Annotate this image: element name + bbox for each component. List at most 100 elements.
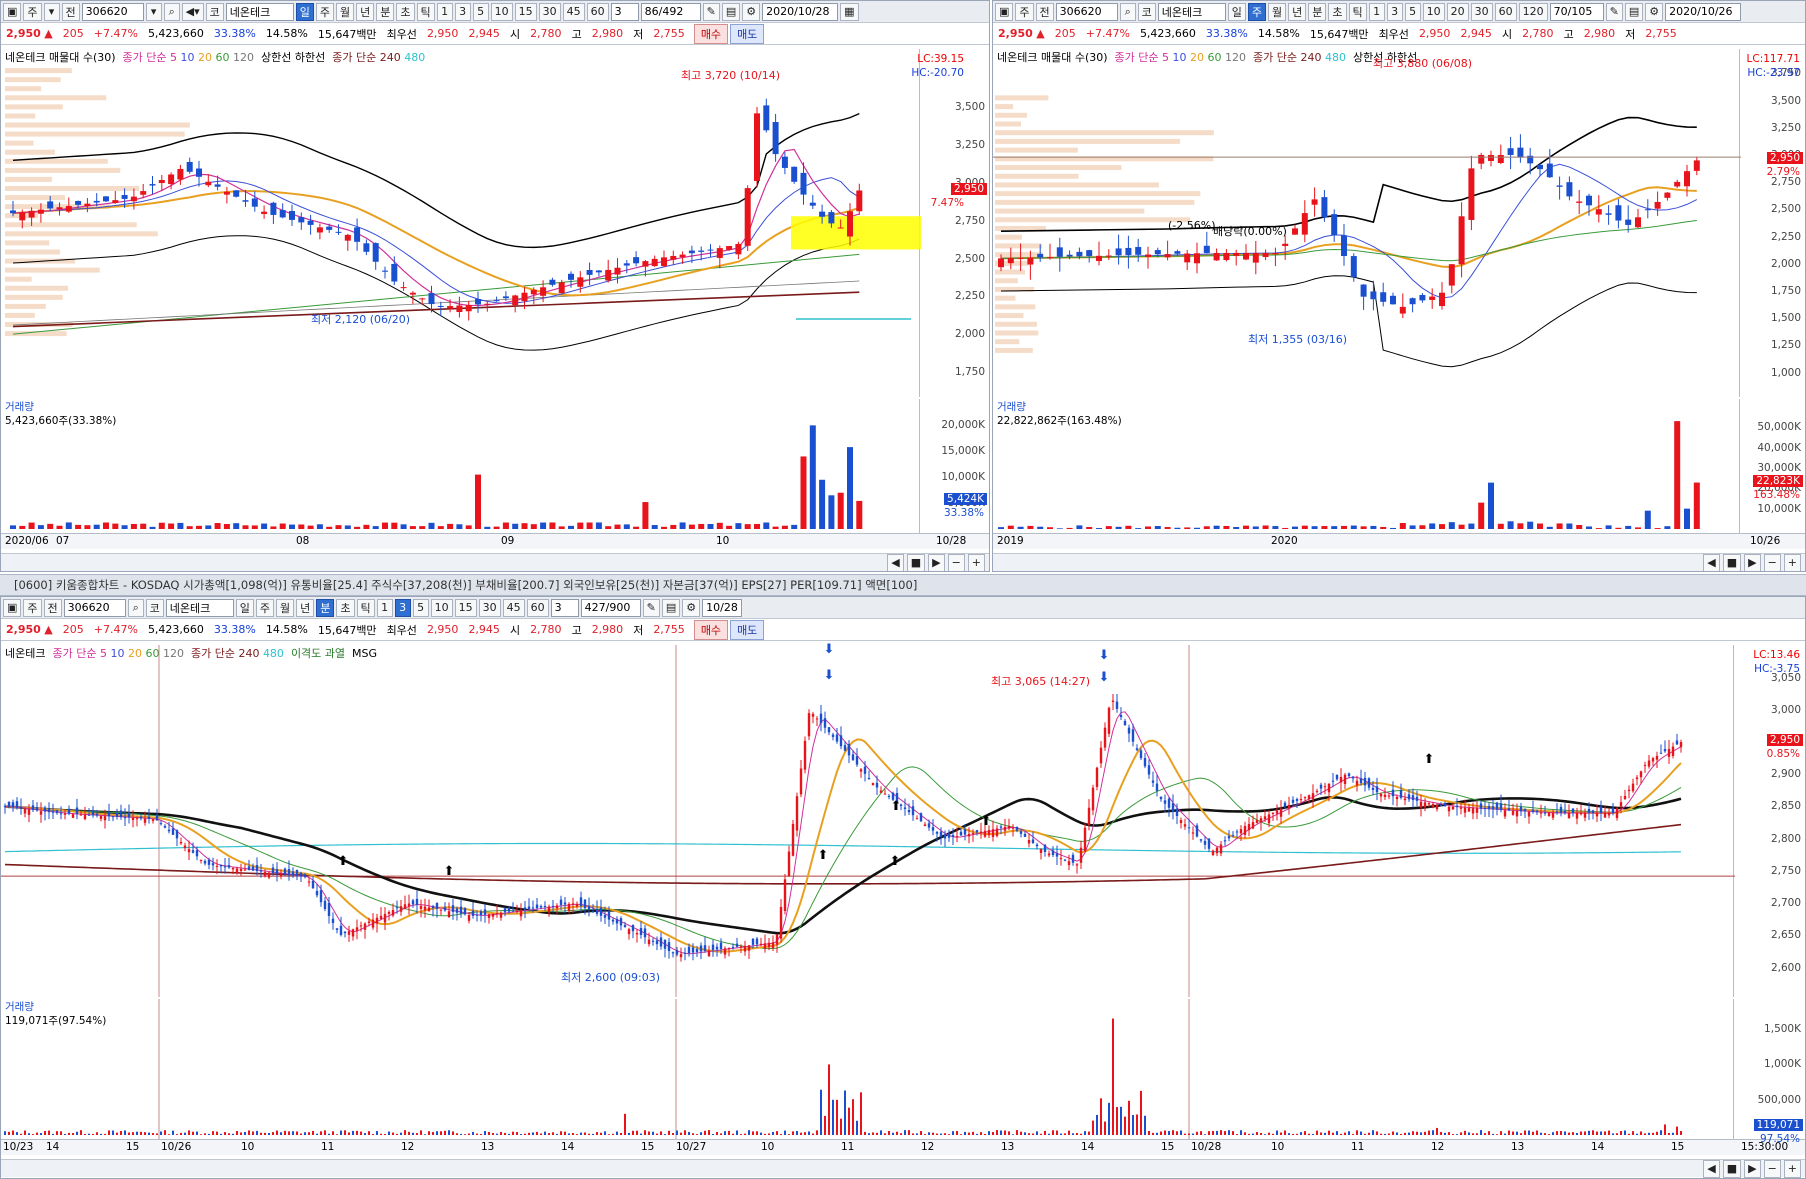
stock-code-input[interactable]: 306620 [81,2,144,21]
interval-5-button[interactable]: 5 [472,2,489,21]
interval-button[interactable]: 15 [454,598,477,617]
interval-button[interactable]: 1 [1368,2,1385,21]
interval-button[interactable]: 30 [478,598,501,617]
tool-icon[interactable]: ✎ [702,2,720,21]
stock-type-select[interactable]: 주 [1015,2,1034,21]
period-second-button[interactable]: 초 [396,2,415,21]
code-dropdown-icon[interactable]: ▾ [145,2,162,21]
save-icon[interactable]: ▤ [721,2,741,21]
date-input[interactable]: 2020/10/26 [1665,2,1742,21]
market-code-button[interactable]: 코 [145,598,164,617]
tool-icon[interactable]: ✎ [642,598,660,617]
period-minute-button[interactable]: 분 [376,2,395,21]
sell-button[interactable]: 매도 [730,23,765,44]
market-code-button[interactable]: 코 [1137,2,1156,21]
scroll-stop-icon[interactable]: ■ [906,553,926,571]
interval-button[interactable]: 3 [1386,2,1403,21]
period-tick-button[interactable]: 틱 [356,598,375,617]
interval-button[interactable]: 10 [430,598,453,617]
period-minute-button[interactable]: 분 [316,598,335,617]
dropdown-icon[interactable]: ▾ [43,2,60,21]
interval-30-button[interactable]: 30 [538,2,561,21]
scroll-left-icon[interactable]: ◀ [887,553,904,571]
interval-10-button[interactable]: 10 [490,2,513,21]
minute-scroll-bar[interactable]: ◀ ■ ▶ − + [1,1159,1805,1178]
counter-field[interactable]: 70/105 [1549,2,1604,21]
zoom-in-icon[interactable]: + [1783,1159,1801,1178]
interval-button[interactable]: 20 [1446,2,1469,21]
interval-45-button[interactable]: 45 [562,2,585,21]
gear-icon[interactable]: ⚙ [1645,2,1664,21]
scroll-stop-icon[interactable]: ■ [1722,553,1742,571]
scroll-right-icon[interactable]: ▶ [928,553,945,571]
search-icon[interactable]: ⌕ [127,598,144,617]
period-tick-button[interactable]: 틱 [1348,2,1367,21]
counter-field[interactable]: 427/900 [580,598,641,617]
market-select[interactable]: 전 [1035,2,1054,21]
interval-button[interactable]: 120 [1518,2,1548,21]
scroll-left-icon[interactable]: ◀ [1703,553,1720,571]
period-day-button[interactable]: 일 [1227,2,1246,21]
interval-button[interactable]: 45 [502,598,525,617]
period-minute-button[interactable]: 분 [1308,2,1327,21]
stock-name-field[interactable]: 네온테크 [225,2,294,21]
stock-type-select[interactable]: 주 [23,2,42,21]
save-icon[interactable]: ▤ [661,598,681,617]
period-day-button[interactable]: 일 [235,598,254,617]
period-second-button[interactable]: 초 [1328,2,1347,21]
date-input[interactable]: 2020/10/28 [762,2,839,21]
stock-code-input[interactable]: 306620 [1055,2,1118,21]
sound-icon[interactable]: ◀▾ [181,2,204,21]
period-month-button[interactable]: 월 [1268,2,1287,21]
stock-type-select[interactable]: 주 [23,598,42,617]
scroll-right-icon[interactable]: ▶ [1744,553,1761,571]
interval-60-button[interactable]: 60 [586,2,609,21]
market-code-button[interactable]: 코 [205,2,224,21]
zoom-out-icon[interactable]: − [947,553,965,571]
interval-button[interactable]: 3 [394,598,411,617]
period-year-button[interactable]: 년 [1288,2,1307,21]
buy-button[interactable]: 매수 [693,23,729,44]
scroll-left-icon[interactable]: ◀ [1703,1159,1720,1178]
stock-code-input[interactable]: 306620 [63,598,126,617]
window-menu-icon[interactable]: ▣ [995,2,1014,21]
period-day-button[interactable]: 일 [295,2,314,21]
period-year-button[interactable]: 년 [296,598,315,617]
period-tick-button[interactable]: 틱 [416,2,435,21]
daily-scroll-bar[interactable]: ◀ ■ ▶ − + [1,553,989,571]
interval-15-button[interactable]: 15 [514,2,537,21]
interval-3-button[interactable]: 3 [454,2,471,21]
interval-input[interactable]: 3 [610,2,639,21]
stock-name-field[interactable]: 네온테크 [165,598,234,617]
weekly-scroll-bar[interactable]: ◀ ■ ▶ − + [993,553,1805,571]
interval-input[interactable]: 3 [550,598,579,617]
interval-button[interactable]: 1 [376,598,393,617]
interval-button[interactable]: 5 [412,598,429,617]
zoom-out-icon[interactable]: − [1763,1159,1781,1178]
period-year-button[interactable]: 년 [356,2,375,21]
tool-icon[interactable]: ✎ [1605,2,1623,21]
interval-button[interactable]: 30 [1470,2,1493,21]
market-select[interactable]: 전 [61,2,80,21]
stock-name-field[interactable]: 네온테크 [1157,2,1226,21]
save-icon[interactable]: ▤ [1624,2,1644,21]
interval-button[interactable]: 60 [1494,2,1517,21]
date-input[interactable]: 10/28 [702,598,743,617]
zoom-out-icon[interactable]: − [1763,553,1781,571]
search-icon[interactable]: ⌕ [1119,2,1136,21]
sell-button[interactable]: 매도 [730,619,765,640]
zoom-in-icon[interactable]: + [1783,553,1801,571]
period-month-button[interactable]: 월 [336,2,355,21]
period-week-button[interactable]: 주 [1247,2,1267,21]
interval-button[interactable]: 5 [1404,2,1421,21]
market-select[interactable]: 전 [43,598,62,617]
gear-icon[interactable]: ⚙ [742,2,761,21]
window-menu-icon[interactable]: ▣ [3,2,22,21]
counter-field[interactable]: 86/492 [640,2,701,21]
interval-button[interactable]: 60 [526,598,549,617]
period-month-button[interactable]: 월 [276,598,295,617]
search-icon[interactable]: ⌕ [163,2,180,21]
buy-button[interactable]: 매수 [693,619,729,640]
interval-1-button[interactable]: 1 [436,2,453,21]
interval-button[interactable]: 10 [1422,2,1445,21]
